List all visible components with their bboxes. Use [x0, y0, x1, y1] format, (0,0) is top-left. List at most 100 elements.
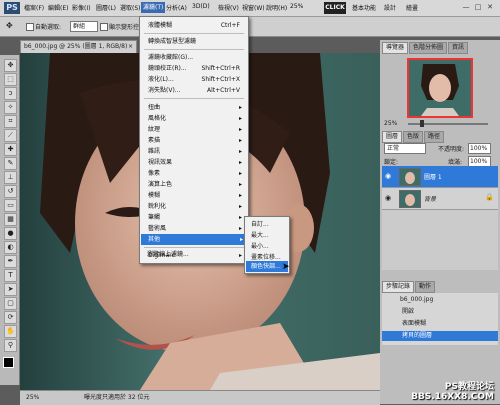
visibility-eye-icon[interactable]: ◉	[385, 194, 391, 202]
tab-history[interactable]: 步驟記錄	[382, 281, 415, 293]
menu-analysis[interactable]: 分析(A)	[166, 3, 187, 12]
magic-wand-icon[interactable]: ✧	[4, 101, 17, 114]
submenu-arrow-icon: ▸	[238, 126, 242, 133]
tab-histogram[interactable]: 色階分佈圖	[409, 42, 448, 54]
dodge-tool-icon[interactable]: ◐	[4, 241, 17, 254]
path-select-icon[interactable]: ➤	[4, 283, 17, 296]
eyedropper-icon[interactable]: ⟋	[4, 129, 17, 142]
filter-menu-item[interactable]: 濾鏡收藏館(G)...	[148, 52, 244, 63]
shape-tool-icon[interactable]: ▢	[4, 297, 17, 310]
menu-file[interactable]: 檔案(F)	[24, 3, 44, 12]
menu-layer[interactable]: 圖層(L)	[96, 3, 116, 12]
document-tab[interactable]: b6_000.jpg @ 25% (圖層 1, RGB/8) ×	[20, 40, 137, 54]
menu-select[interactable]: 選取(S)	[120, 3, 141, 12]
menu-window[interactable]: 視窗(W)	[242, 3, 265, 12]
maximize-icon[interactable]: □	[474, 3, 482, 11]
menu-help[interactable]: 說明(H)	[266, 3, 287, 12]
filter-menu-item[interactable]: 視訊效果 ▸	[148, 157, 244, 168]
gradient-tool-icon[interactable]: ▦	[4, 213, 17, 226]
pen-tool-icon[interactable]: ✒	[4, 255, 17, 268]
close-tab-icon[interactable]: ×	[128, 41, 133, 53]
submenu-item-maximum[interactable]: 最大...	[251, 230, 287, 241]
filter-menu-item[interactable]: 扭曲 ▸	[148, 102, 244, 113]
brush-tool-icon[interactable]: ✎	[4, 157, 17, 170]
click-button[interactable]: CLICK	[324, 2, 346, 14]
filter-menu-item[interactable]: 液化(L)... Shift+Ctrl+X	[148, 74, 244, 85]
3d-rotate-icon[interactable]: ⟳	[4, 311, 17, 324]
blur-tool-icon[interactable]: ●	[4, 227, 17, 240]
navigator-zoom-value[interactable]: 25%	[384, 120, 397, 127]
crop-tool-icon[interactable]: ⌗	[4, 115, 17, 128]
submenu-arrow-icon: ▸	[238, 148, 242, 155]
type-tool-icon[interactable]: T	[4, 269, 17, 282]
auto-select-label: 自動選取:	[35, 24, 62, 31]
history-step[interactable]: 表面模糊	[382, 319, 498, 329]
tab-info[interactable]: 資訊	[448, 42, 469, 54]
layer-row[interactable]: ◉ 背景 🔒	[382, 188, 498, 210]
filter-menu-item[interactable]: 鏡頭校正(R)... Shift+Ctrl+R	[148, 63, 244, 74]
filter-menu-item[interactable]: 演算上色 ▸	[148, 179, 244, 190]
blend-mode-select[interactable]: 正常	[384, 143, 426, 154]
filter-menu-item[interactable]: 液體模糊 Ctrl+F	[148, 20, 244, 31]
filter-menu-item[interactable]: 銳利化 ▸	[148, 201, 244, 212]
document-title: b6_000.jpg @ 25% (圖層 1, RGB/8)	[24, 43, 128, 50]
clone-stamp-icon[interactable]: ⊥	[4, 171, 17, 184]
zoom-tool-icon[interactable]: ⚲	[4, 339, 17, 352]
filter-menu-item-browse-online[interactable]: 瀏覽線上濾鏡...	[147, 249, 243, 260]
auto-select-checkbox[interactable]	[26, 23, 34, 31]
tab-paths[interactable]: 路徑	[424, 131, 445, 143]
filter-menu-item[interactable]: 素描 ▸	[148, 135, 244, 146]
history-step-selected[interactable]: 拷貝的圖層	[382, 331, 498, 341]
history-snapshot[interactable]: b6_000.jpg	[382, 295, 498, 305]
menu-view[interactable]: 檢視(V)	[218, 3, 239, 12]
filter-menu-item[interactable]: 消失點(V)... Alt+Ctrl+V	[148, 85, 244, 96]
marquee-tool-icon[interactable]: ⬚	[4, 73, 17, 86]
filter-menu-item[interactable]: 筆觸 ▸	[148, 212, 244, 223]
filter-menu-item[interactable]: 像素 ▸	[148, 168, 244, 179]
foreground-color-swatch[interactable]	[3, 357, 14, 368]
menu-image[interactable]: 影像(I)	[72, 3, 90, 12]
tab-channels[interactable]: 色版	[403, 131, 424, 143]
layer-name[interactable]: 圖層 1	[424, 172, 442, 181]
workspace-essentials[interactable]: 基本功能	[352, 3, 376, 12]
submenu-arrow-icon: ▸	[238, 214, 242, 221]
tab-actions[interactable]: 動作	[415, 281, 436, 293]
navigator-zoom-handle[interactable]	[420, 120, 424, 127]
tab-navigator[interactable]: 導覽器	[382, 42, 409, 54]
filter-menu-item[interactable]: 轉換成智慧型濾鏡	[148, 36, 244, 47]
eraser-icon[interactable]: ▭	[4, 199, 17, 212]
menu-filter[interactable]: 濾鏡(T)	[141, 2, 166, 13]
hand-tool-icon[interactable]: ✋	[4, 325, 17, 338]
show-transform-checkbox[interactable]	[100, 23, 108, 31]
visibility-eye-icon[interactable]: ◉	[385, 172, 391, 180]
filter-menu-item[interactable]: 藝術風 ▸	[148, 223, 244, 234]
close-icon[interactable]: ✕	[486, 3, 494, 11]
status-zoom[interactable]: 25%	[26, 391, 39, 405]
submenu-item-minimum[interactable]: 最小...	[251, 241, 287, 252]
healing-brush-icon[interactable]: ✚	[4, 143, 17, 156]
opacity-input[interactable]: 100%	[468, 143, 491, 154]
filter-menu-item[interactable]: 紋理 ▸	[148, 124, 244, 135]
zoom-level[interactable]: 25%	[290, 3, 303, 10]
menu-edit[interactable]: 編輯(E)	[48, 3, 68, 12]
move-tool-icon[interactable]: ✥	[4, 59, 17, 72]
submenu-item-custom[interactable]: 自訂...	[251, 219, 287, 230]
minimize-icon[interactable]: —	[462, 3, 470, 11]
filter-menu-item[interactable]: 雜訊 ▸	[148, 146, 244, 157]
history-brush-icon[interactable]: ↺	[4, 185, 17, 198]
filter-menu-item[interactable]: 風格化 ▸	[148, 113, 244, 124]
layer-row-selected[interactable]: ◉ 圖層 1	[382, 166, 498, 188]
workspace-painting[interactable]: 繪畫	[406, 3, 418, 12]
tab-layers[interactable]: 圖層	[382, 131, 403, 143]
move-tool-icon[interactable]: ✥	[6, 21, 13, 30]
history-step[interactable]: 開啟	[382, 307, 498, 317]
workspace-design[interactable]: 設計	[384, 3, 396, 12]
menu-3d[interactable]: 3D(D)	[192, 3, 210, 10]
layer-name[interactable]: 背景	[424, 194, 436, 203]
auto-select-dropdown[interactable]: 群組	[70, 21, 98, 32]
navigator-thumbnail[interactable]	[407, 58, 473, 118]
lasso-tool-icon[interactable]: ↄ	[4, 87, 17, 100]
filter-menu-item-other[interactable]: 其他 ▸	[141, 234, 245, 245]
filter-menu-item[interactable]: 模糊 ▸	[148, 190, 244, 201]
submenu-arrow-icon: ▸	[238, 225, 242, 232]
